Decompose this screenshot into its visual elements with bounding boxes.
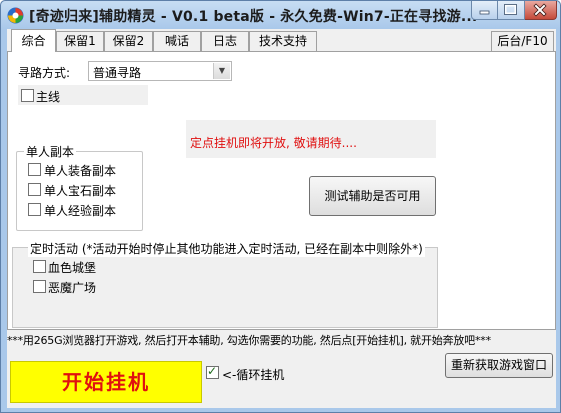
refresh-game-window-button[interactable]: 重新获取游戏窗口: [445, 353, 553, 378]
path-mode-value: 普通寻路: [93, 66, 142, 80]
loop-hangup-checkbox[interactable]: [206, 364, 219, 379]
general-tab-panel: 寻路方式: 普通寻路 ▼ 主线 定点挂机即将开放, 敬请期待.... 单人副本 …: [7, 51, 556, 330]
close-button[interactable]: [525, 1, 557, 20]
maximize-icon: [504, 4, 517, 15]
tab-log[interactable]: 日志: [201, 31, 249, 51]
tab-general[interactable]: 综合: [11, 29, 56, 52]
blood-castle-label: 血色城堡: [48, 261, 97, 275]
single-dungeon-title: 单人副本: [24, 143, 77, 160]
single-gem-checkbox[interactable]: [28, 183, 41, 196]
main-line-label: 主线: [36, 90, 61, 104]
window-title: [奇迹归来]辅助精灵 - V0.1 beta版 - 永久免费-Win7-正在寻找…: [29, 9, 478, 25]
test-assist-button[interactable]: 测试辅助是否可用: [309, 176, 436, 216]
devil-square-checkbox[interactable]: [33, 280, 46, 293]
single-equipment-label: 单人装备副本: [44, 164, 117, 178]
maximize-button[interactable]: [498, 1, 525, 20]
tab-shout[interactable]: 喊话: [153, 31, 201, 51]
devil-square-label: 恶魔广场: [48, 281, 97, 295]
start-hangup-button[interactable]: 开始挂机: [10, 361, 202, 403]
single-gem-label: 单人宝石副本: [44, 184, 117, 198]
close-icon: [533, 3, 547, 17]
single-equipment-checkbox[interactable]: [28, 163, 41, 176]
minimize-icon: [479, 10, 490, 15]
usage-hint: ***用265G浏览器打开游戏, 然后打开本辅助, 勾选你需要的功能, 然后点[…: [7, 334, 491, 347]
client-area: 综合 保留1 保留2 喊话 日志 技术支持 后台/F10 寻路方式: 普通寻路 …: [7, 29, 556, 408]
path-mode-label: 寻路方式:: [18, 66, 71, 80]
timed-events-title: 定时活动 (*活动开始时停止其他功能进入定时活动, 已经在副本中则除外*): [28, 240, 425, 257]
background-f10-button[interactable]: 后台/F10: [491, 31, 554, 51]
notice-text: 定点挂机即将开放, 敬请期待....: [190, 136, 357, 150]
main-line-checkbox[interactable]: [21, 89, 34, 102]
blood-castle-checkbox[interactable]: [33, 260, 46, 273]
single-exp-checkbox[interactable]: [28, 203, 41, 216]
tab-reserved-1[interactable]: 保留1: [56, 31, 104, 51]
tab-tech-support[interactable]: 技术支持: [249, 31, 317, 51]
chevron-down-icon: ▼: [213, 63, 230, 79]
tab-reserved-2[interactable]: 保留2: [104, 31, 153, 51]
path-mode-select[interactable]: 普通寻路 ▼: [88, 61, 232, 81]
app-logo-icon: [7, 7, 24, 24]
title-bar[interactable]: [奇迹归来]辅助精灵 - V0.1 beta版 - 永久免费-Win7-正在寻找…: [1, 1, 560, 29]
loop-hangup-label: <-循环挂机: [222, 368, 285, 382]
single-exp-label: 单人经验副本: [44, 204, 117, 218]
app-window: [奇迹归来]辅助精灵 - V0.1 beta版 - 永久免费-Win7-正在寻找…: [0, 0, 561, 413]
minimize-button[interactable]: [471, 1, 498, 20]
